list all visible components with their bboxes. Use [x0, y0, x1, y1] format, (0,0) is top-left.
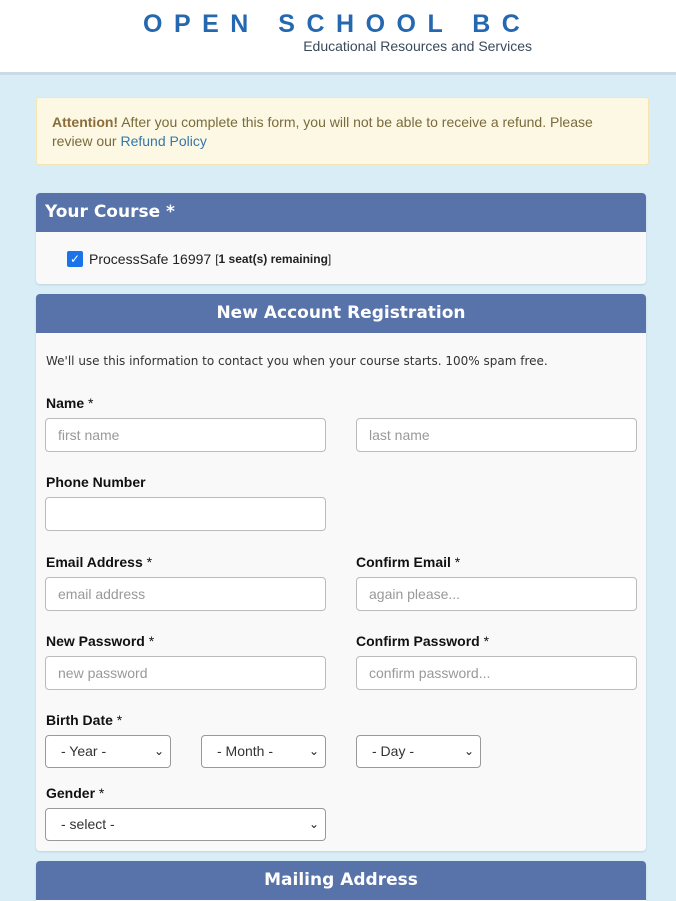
last-name-input[interactable]: last name — [356, 418, 637, 452]
chevron-down-icon: ⌄ — [463, 744, 474, 758]
course-panel: Your Course * ✓ ProcessSafe 16997 [1 sea… — [36, 193, 646, 284]
password-label: New Password * — [46, 633, 155, 649]
password-input[interactable]: new password — [45, 656, 326, 690]
chevron-down-icon: ⌄ — [308, 817, 319, 831]
confirm-password-label: Confirm Password * — [356, 633, 490, 649]
registration-panel-title: New Account Registration — [36, 294, 646, 333]
birth-date-label: Birth Date * — [46, 712, 123, 728]
site-header: OPEN SCHOOL BC Educational Resources and… — [0, 0, 676, 75]
phone-label: Phone Number — [46, 474, 146, 490]
mailing-panel-title: Mailing Address — [36, 861, 646, 900]
email-label: Email Address * — [46, 554, 153, 570]
course-panel-title: Your Course * — [36, 193, 646, 232]
course-option[interactable]: ✓ ProcessSafe 16997 [1 seat(s) remaining… — [67, 251, 331, 267]
gender-select[interactable]: - select - ⌄ — [45, 808, 326, 841]
birth-day-select[interactable]: - Day - ⌄ — [356, 735, 481, 768]
course-checkbox[interactable]: ✓ — [67, 251, 83, 267]
refund-alert: Attention! After you complete this form,… — [36, 97, 649, 165]
confirm-password-input[interactable]: confirm password... — [356, 656, 637, 690]
confirm-email-input[interactable]: again please... — [356, 577, 637, 611]
alert-strong: Attention! — [52, 114, 119, 130]
name-label: Name * — [46, 395, 94, 411]
birth-month-select[interactable]: - Month - ⌄ — [201, 735, 326, 768]
chevron-down-icon: ⌄ — [153, 744, 164, 758]
confirm-email-label: Confirm Email * — [356, 554, 461, 570]
logo-title[interactable]: OPEN SCHOOL BC — [143, 10, 531, 39]
mailing-panel: Mailing Address — [36, 861, 646, 901]
course-name: ProcessSafe 16997 — [89, 251, 212, 267]
gender-label: Gender * — [46, 785, 105, 801]
first-name-input[interactable]: first name — [45, 418, 326, 452]
email-input[interactable]: email address — [45, 577, 326, 611]
seats-remaining: [1 seat(s) remaining] — [215, 252, 332, 266]
refund-policy-link[interactable]: Refund Policy — [120, 133, 206, 149]
chevron-down-icon: ⌄ — [308, 744, 319, 758]
registration-intro: We'll use this information to contact yo… — [46, 354, 548, 368]
phone-input[interactable] — [45, 497, 326, 531]
registration-panel: New Account Registration We'll use this … — [36, 294, 646, 851]
birth-year-select[interactable]: - Year - ⌄ — [45, 735, 171, 768]
logo-subtitle: Educational Resources and Services — [303, 38, 532, 54]
